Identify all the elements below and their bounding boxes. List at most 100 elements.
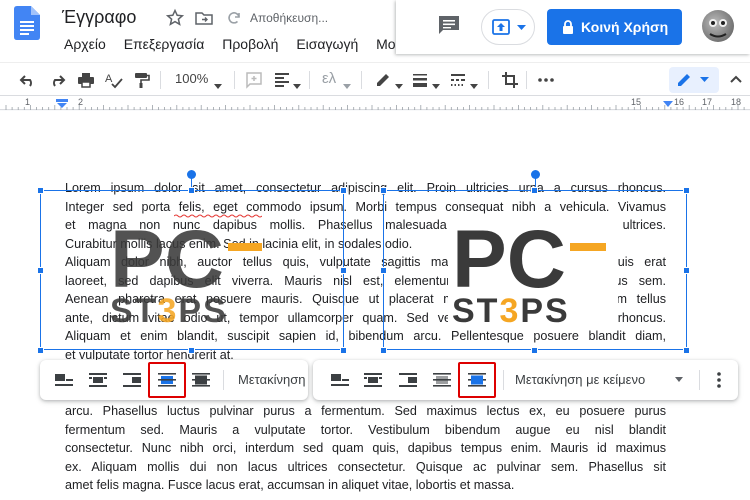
- pencil-icon: [678, 74, 690, 86]
- ruler-number: 17: [702, 97, 713, 107]
- resize-handle[interactable]: [683, 267, 690, 274]
- menu-file[interactable]: Αρχείο: [64, 36, 106, 52]
- ruler[interactable]: 1 2 15 16 17 18: [0, 96, 750, 110]
- resize-handle[interactable]: [683, 187, 690, 194]
- resize-handle[interactable]: [37, 267, 44, 274]
- ruler-number: 2: [78, 97, 84, 107]
- break-text-icon[interactable]: [121, 370, 143, 390]
- menu-view[interactable]: Προβολή: [222, 36, 278, 52]
- image-options-toolbar-left: Μετακίνηση: [40, 360, 308, 400]
- text-line: ex. Aliquam mollis dui non lacus ultrice…: [65, 459, 666, 474]
- line-color-icon[interactable]: [373, 70, 393, 90]
- image-options-toolbar-right: Μετακίνηση με κείμενο: [313, 360, 738, 400]
- input-tools-label[interactable]: ελ: [322, 70, 336, 90]
- chevron-down-icon[interactable]: [470, 77, 478, 97]
- menu-format[interactable]: Μο: [376, 36, 395, 52]
- zoom-select[interactable]: 100%: [175, 71, 208, 86]
- header-actions: Κοινή Χρήση: [396, 0, 750, 54]
- rotate-handle[interactable]: [187, 170, 196, 179]
- comment-history-icon[interactable]: [436, 14, 462, 36]
- resize-handle[interactable]: [380, 347, 387, 354]
- rotate-handle[interactable]: [531, 170, 540, 179]
- logo-3-text: 3: [499, 292, 520, 325]
- line-dash-icon[interactable]: [448, 70, 468, 90]
- move-to-folder-icon[interactable]: [194, 8, 214, 28]
- logo-ps-text: PS: [520, 292, 569, 325]
- move-with-text-select[interactable]: Μετακίνηση με κείμενο: [515, 372, 645, 387]
- collapse-menus-icon[interactable]: [728, 70, 744, 90]
- editing-mode-button[interactable]: [669, 67, 719, 93]
- svg-text:ST3PS: ST3PS: [110, 292, 228, 325]
- resize-handle[interactable]: [340, 187, 347, 194]
- chevron-down-icon[interactable]: [432, 77, 440, 97]
- more-vert-icon[interactable]: [711, 370, 727, 390]
- formatting-toolbar: A 100% ελ: [0, 62, 750, 96]
- in-front-of-text-icon[interactable]: [190, 370, 212, 390]
- logo-3-text: 3: [157, 292, 178, 325]
- resize-handle[interactable]: [531, 347, 538, 354]
- wrap-inline-icon[interactable]: [53, 370, 75, 390]
- present-button[interactable]: [481, 9, 535, 45]
- spellcheck-icon[interactable]: A: [104, 70, 124, 90]
- save-status: Αποθήκευση...: [250, 11, 329, 25]
- lock-icon: [563, 20, 573, 34]
- ruler-number: 15: [631, 97, 642, 107]
- paint-format-icon[interactable]: [131, 70, 151, 90]
- present-icon: [492, 19, 510, 35]
- crop-icon[interactable]: [500, 70, 520, 90]
- text-line: amet felis magna. Fusce lacus erat, accu…: [65, 478, 515, 492]
- menu-edit[interactable]: Επεξεργασία: [124, 36, 205, 52]
- chevron-down-icon[interactable]: [395, 77, 403, 97]
- text-line: arcu. Phasellus luctus pulvinar purus a …: [65, 404, 666, 418]
- resize-handle[interactable]: [188, 187, 195, 194]
- ruler-number: 1: [25, 97, 31, 107]
- more-options-icon[interactable]: [536, 70, 556, 90]
- line-weight-icon[interactable]: [410, 70, 430, 90]
- pcsteps-logo-right: PC ST3PS: [448, 217, 618, 325]
- ruler-number: 18: [731, 97, 742, 107]
- resize-handle[interactable]: [37, 187, 44, 194]
- indent-marker-icon[interactable]: [56, 99, 68, 109]
- align-left-icon[interactable]: [272, 70, 292, 90]
- chevron-down-icon[interactable]: [214, 77, 222, 97]
- resize-handle[interactable]: [340, 347, 347, 354]
- resize-handle[interactable]: [380, 187, 387, 194]
- redo-icon[interactable]: [47, 70, 67, 90]
- chevron-down-icon[interactable]: [675, 377, 683, 383]
- move-with-text-select[interactable]: Μετακίνηση: [238, 372, 305, 387]
- resize-handle[interactable]: [340, 267, 347, 274]
- menu-insert[interactable]: Εισαγωγή: [296, 36, 358, 52]
- menu-bar: Αρχείο Επεξεργασία Προβολή Εισαγωγή Μο: [64, 36, 410, 52]
- resize-handle[interactable]: [188, 347, 195, 354]
- svg-text:ST3PS: ST3PS: [452, 292, 570, 325]
- avatar[interactable]: [702, 10, 734, 42]
- chevron-down-icon[interactable]: [343, 77, 351, 97]
- in-front-of-text-highlight: [458, 362, 496, 398]
- document-title[interactable]: Έγγραφο: [62, 7, 136, 28]
- logo-st-text: ST: [452, 292, 499, 325]
- behind-text-icon[interactable]: [431, 370, 453, 390]
- body-text-bottom[interactable]: arcu. Phasellus luctus pulvinar purus a …: [65, 402, 666, 495]
- document-page[interactable]: Lorem ipsum dolor sit amet, consectetur …: [0, 111, 750, 500]
- right-indent-marker-icon[interactable]: [662, 101, 674, 109]
- resize-handle[interactable]: [380, 267, 387, 274]
- docs-logo-icon[interactable]: [14, 6, 40, 40]
- resize-handle[interactable]: [37, 347, 44, 354]
- wrap-text-icon[interactable]: [362, 370, 384, 390]
- chevron-down-icon[interactable]: [293, 77, 301, 97]
- undo-icon[interactable]: [18, 70, 38, 90]
- star-icon[interactable]: [165, 8, 185, 28]
- add-comment-icon[interactable]: [244, 70, 264, 90]
- behind-text-highlight: [148, 362, 186, 398]
- print-icon[interactable]: [76, 70, 96, 90]
- sync-icon: [228, 12, 240, 24]
- logo-st-text: ST: [110, 292, 157, 325]
- share-label: Κοινή Χρήση: [581, 19, 669, 35]
- break-text-icon[interactable]: [397, 370, 419, 390]
- wrap-text-icon[interactable]: [87, 370, 109, 390]
- resize-handle[interactable]: [531, 187, 538, 194]
- share-button[interactable]: Κοινή Χρήση: [547, 9, 682, 45]
- resize-handle[interactable]: [683, 347, 690, 354]
- svg-text:A: A: [105, 73, 113, 85]
- wrap-inline-icon[interactable]: [329, 370, 351, 390]
